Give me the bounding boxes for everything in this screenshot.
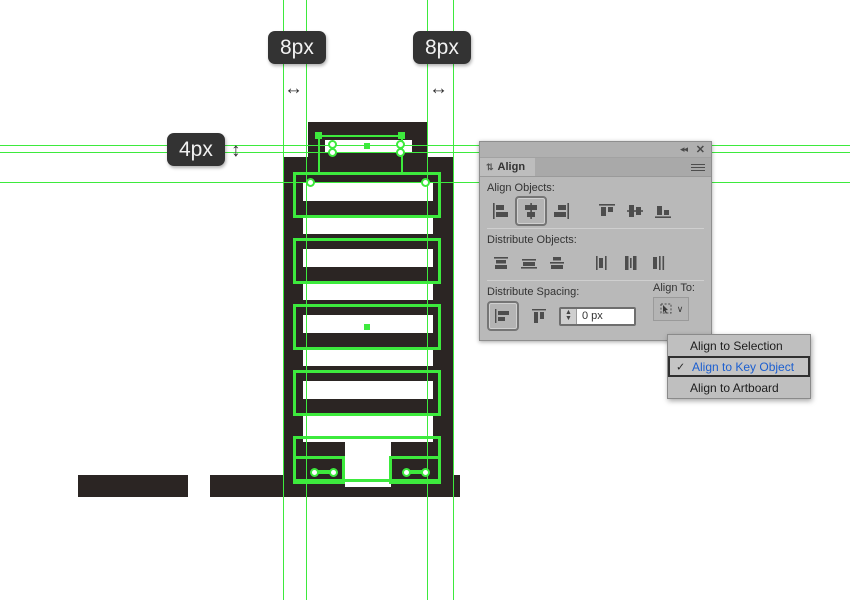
horizontal-arrow-icon: ↔: [429, 78, 448, 99]
align-vertical-center-button[interactable]: [621, 198, 649, 224]
align-top-button[interactable]: [593, 198, 621, 224]
vertical-guide: [453, 0, 454, 600]
tab-toggle-icon[interactable]: ⇅: [486, 162, 494, 173]
menu-item-label: Align to Key Object: [692, 359, 795, 374]
panel-tab-row[interactable]: ⇅ Align: [480, 158, 711, 177]
window-band: [303, 348, 433, 366]
chevron-down-icon[interactable]: ∨: [677, 304, 684, 315]
menu-item-label: Align to Artboard: [690, 380, 779, 395]
align-to-label: Align To:: [653, 282, 695, 294]
roof-bbox-left: [318, 135, 320, 173]
center-point: [364, 143, 370, 149]
vertical-arrow-icon: ↕: [231, 140, 241, 161]
window-band: [303, 414, 433, 432]
smart-point[interactable]: [396, 148, 405, 157]
tab-align[interactable]: ⇅ Align: [480, 158, 536, 176]
menu-item-align-to-key-object[interactable]: ✓ Align to Key Object: [668, 356, 810, 377]
spacing-stepper[interactable]: ▲ ▼ 0 px: [559, 306, 636, 326]
tab-align-label: Align: [497, 161, 526, 173]
roof-bbox-top: [318, 135, 403, 137]
align-left-button[interactable]: [487, 198, 515, 224]
vertical-guide: [306, 0, 307, 600]
distribute-top-button[interactable]: [487, 250, 515, 276]
menu-item-align-to-artboard[interactable]: Align to Artboard: [668, 377, 810, 398]
key-object-icon: [660, 303, 672, 314]
align-to-button[interactable]: ∨: [653, 297, 689, 321]
align-bottom-button[interactable]: [649, 198, 677, 224]
panel-titlebar[interactable]: ◂◂ ✕: [480, 142, 711, 158]
collapse-icon[interactable]: ◂◂: [680, 144, 688, 155]
selection-rect[interactable]: [293, 238, 441, 284]
stepper-arrows-icon[interactable]: ▲ ▼: [561, 308, 577, 324]
distribute-right-button[interactable]: [645, 250, 673, 276]
distribute-vertical-center-button[interactable]: [515, 250, 543, 276]
smart-point[interactable]: [421, 468, 430, 477]
align-right-button[interactable]: [547, 198, 575, 224]
check-icon: ✓: [676, 361, 686, 373]
ground-bar-left: [78, 475, 188, 497]
illustrator-canvas[interactable]: 8px ↔ 8px ↔ 4px ↕: [0, 0, 850, 600]
align-to-dropdown-menu[interactable]: Align to Selection ✓ Align to Key Object…: [667, 334, 811, 399]
selection-rect[interactable]: [293, 172, 441, 218]
selection-rect[interactable]: [293, 370, 441, 416]
hamburger-menu-icon[interactable]: [691, 162, 705, 173]
align-objects-row[interactable]: [480, 196, 711, 226]
smart-point[interactable]: [328, 148, 337, 157]
align-objects-label: Align Objects:: [487, 182, 555, 194]
measurement-badge-left: 8px: [268, 31, 326, 64]
smart-point[interactable]: [310, 468, 319, 477]
close-icon[interactable]: ✕: [696, 143, 705, 156]
anchor-point[interactable]: [398, 132, 405, 139]
center-point: [364, 324, 370, 330]
distribute-left-button[interactable]: [589, 250, 617, 276]
distribute-horizontal-center-button[interactable]: [617, 250, 645, 276]
smart-point[interactable]: [329, 468, 338, 477]
anchor-point[interactable]: [315, 132, 322, 139]
horizontal-guide: [0, 145, 850, 146]
align-panel[interactable]: ◂◂ ✕ ⇅ Align Align Objects: Distribute O…: [479, 141, 712, 341]
horizontal-distribute-spacing-button[interactable]: [525, 303, 553, 329]
vertical-distribute-spacing-button[interactable]: [487, 301, 519, 331]
measurement-badge-right: 8px: [413, 31, 471, 64]
menu-item-label: Align to Selection: [690, 338, 783, 353]
smart-point[interactable]: [306, 178, 315, 187]
window-band: [303, 282, 433, 300]
window-band: [303, 216, 433, 234]
smart-point[interactable]: [421, 178, 430, 187]
horizontal-guide: [0, 152, 850, 153]
align-horizontal-center-button[interactable]: [515, 196, 547, 226]
vertical-guide: [427, 0, 428, 600]
menu-item-align-to-selection[interactable]: Align to Selection: [668, 335, 810, 356]
smart-point[interactable]: [402, 468, 411, 477]
distribute-objects-label: Distribute Objects:: [487, 234, 577, 246]
spacing-value[interactable]: 0 px: [577, 310, 634, 322]
measurement-badge-top: 4px: [167, 133, 225, 166]
horizontal-arrow-icon: ↔: [284, 78, 303, 99]
distribute-bottom-button[interactable]: [543, 250, 571, 276]
distribute-objects-row[interactable]: [480, 248, 711, 278]
align-to-group[interactable]: Align To: ∨: [653, 282, 705, 321]
